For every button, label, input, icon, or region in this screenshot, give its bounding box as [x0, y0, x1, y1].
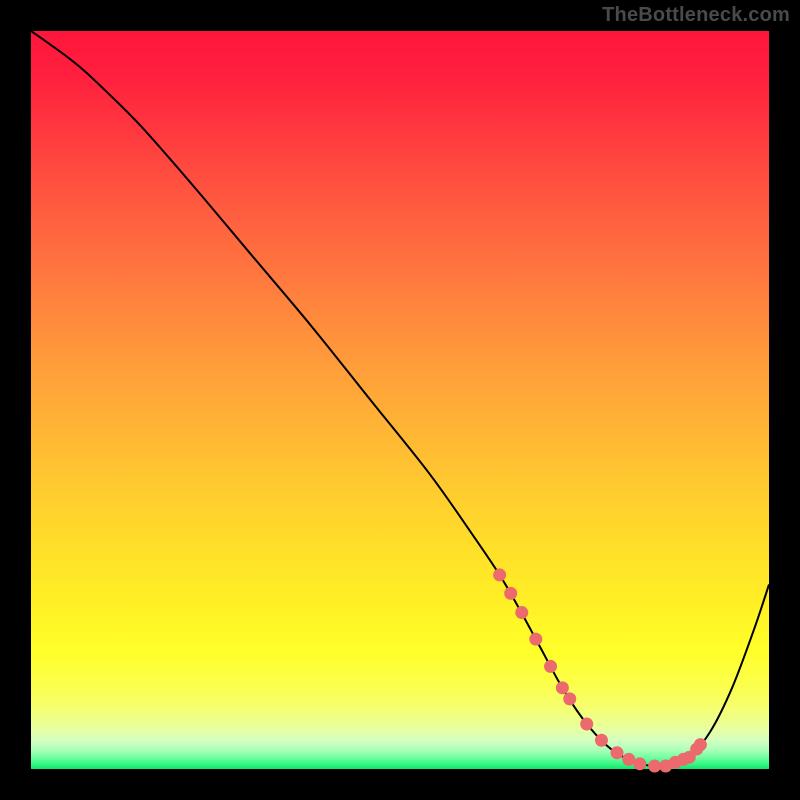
optimal-marker	[504, 587, 517, 600]
optimal-marker	[515, 606, 528, 619]
optimal-marker	[544, 660, 557, 673]
optimal-marker	[622, 753, 635, 766]
optimal-marker	[694, 738, 707, 751]
optimal-marker	[595, 734, 608, 747]
plot-background	[31, 31, 769, 769]
optimal-marker	[648, 760, 661, 773]
optimal-marker	[610, 746, 623, 759]
optimal-marker	[563, 692, 576, 705]
optimal-marker	[580, 717, 593, 730]
optimal-marker	[556, 681, 569, 694]
bottleneck-chart: TheBottleneck.com	[0, 0, 800, 800]
watermark-text: TheBottleneck.com	[602, 4, 790, 27]
optimal-marker	[633, 757, 646, 770]
optimal-marker	[493, 568, 506, 581]
optimal-marker	[529, 633, 542, 646]
chart-svg	[0, 0, 800, 800]
